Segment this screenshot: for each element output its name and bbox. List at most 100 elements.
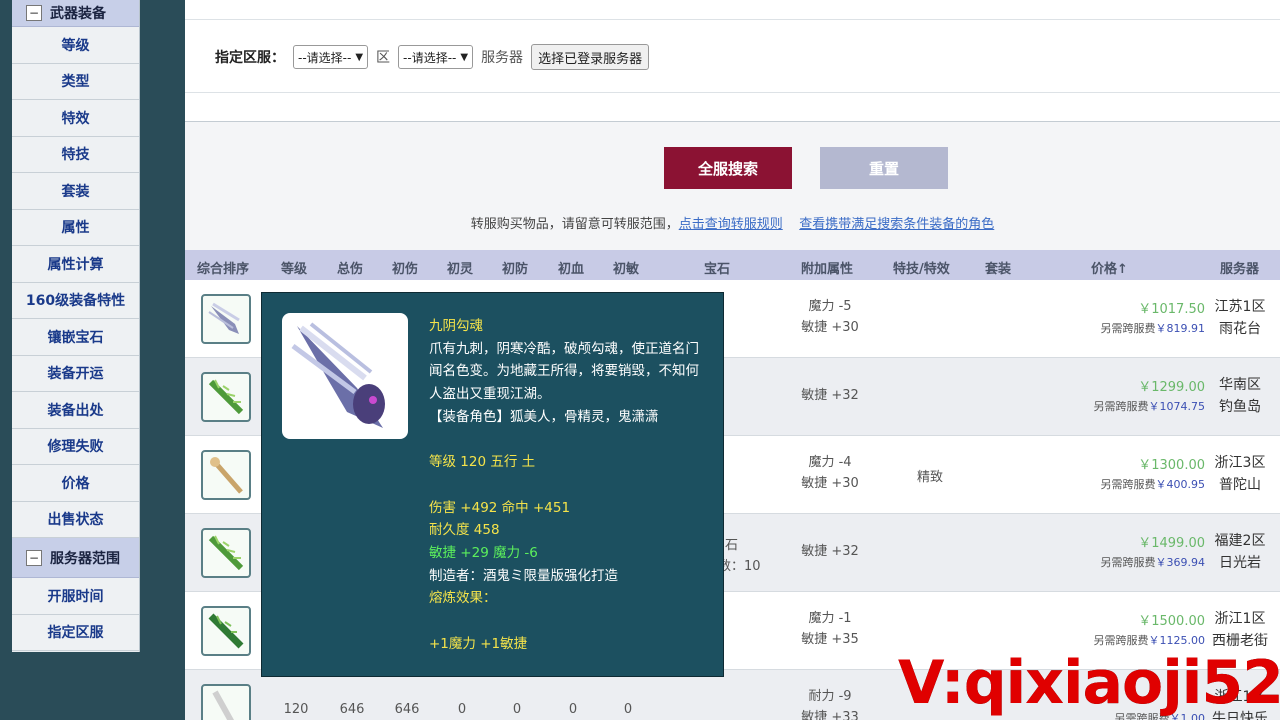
- chevron-down-icon: ▼: [460, 51, 469, 63]
- server-region: 江苏1区: [1214, 299, 1266, 315]
- th-init-agility[interactable]: 初敏: [613, 258, 639, 277]
- sidebar-section-server[interactable]: − 服务器范围: [12, 538, 139, 578]
- init-damage-value: 646: [394, 702, 420, 717]
- search-all-button[interactable]: 全服搜索: [664, 147, 792, 189]
- sidebar-item-specify-server[interactable]: 指定区服: [12, 614, 139, 651]
- server-region: 浙江3区: [1214, 455, 1266, 471]
- chevron-down-icon: ▼: [355, 51, 364, 63]
- claw-icon: [212, 690, 234, 720]
- item-durability: 耐久度 458: [429, 522, 500, 539]
- claw-icon: [208, 535, 244, 571]
- th-extra-attr: 附加属性: [801, 262, 854, 277]
- th-total-damage[interactable]: 总伤: [337, 258, 363, 277]
- item-green-attr: 敏捷 +29 魔力 -6: [429, 545, 538, 561]
- reset-button[interactable]: 重置: [820, 147, 948, 189]
- sidebar-item-source[interactable]: 装备出处: [12, 392, 139, 429]
- cross-server-fee: 另需跨服费￥400.95: [1035, 476, 1206, 492]
- sidebar-item-fortune[interactable]: 装备开运: [12, 355, 139, 392]
- th-price[interactable]: 价格↑: [1091, 258, 1128, 277]
- sidebar-item-type[interactable]: 类型: [12, 63, 139, 100]
- transfer-notice: 转服购买物品，请留意可转服范围，点击查询转服规则 查看携带满足搜索条件装备的角色: [185, 213, 1280, 232]
- zone-select-value: --请选择--: [298, 50, 352, 65]
- server-text: 服务器: [481, 50, 524, 66]
- th-init-damage[interactable]: 初伤: [392, 258, 418, 277]
- attr-line: 魔力 -1: [808, 611, 852, 626]
- notice-text: 转服购买物品，请留意可转服范围，: [470, 217, 679, 232]
- server-select[interactable]: --请选择-- ▼: [398, 45, 474, 69]
- select-logged-server-button[interactable]: 选择已登录服务器: [531, 44, 650, 70]
- sidebar-section-weapon[interactable]: − 武器装备: [12, 0, 139, 27]
- item-thumbnail[interactable]: [201, 372, 251, 422]
- transfer-rules-link[interactable]: 点击查询转服规则: [679, 217, 783, 232]
- item-thumbnail[interactable]: [201, 684, 251, 720]
- attr-line: 敏捷 +32: [801, 544, 859, 559]
- server-filter-row: 指定区服： --请选择-- ▼ 区 --请选择-- ▼ 服务器 选择已登录服务器: [215, 44, 650, 70]
- claw-icon: [208, 613, 244, 649]
- server-sub: 日光岩: [1219, 555, 1261, 571]
- init-defense-value: 0: [512, 702, 522, 717]
- table-header: 综合排序 等级 总伤 初伤 初灵 初防 初血 初敏 宝石 附加属性 特技/特效 …: [185, 250, 1280, 280]
- item-thumbnail[interactable]: [201, 606, 251, 656]
- staff-icon: [210, 457, 243, 494]
- attr-line: 耐力 -9: [808, 689, 852, 704]
- sidebar-item-effect[interactable]: 特效: [12, 100, 139, 137]
- extra-attr: 魔力 -1 敏捷 +35: [790, 608, 870, 650]
- price: ￥1017.50: [1138, 302, 1205, 317]
- attr-line: 敏捷 +30: [801, 476, 859, 491]
- sidebar-item-gem[interactable]: 镶嵌宝石: [12, 319, 139, 356]
- cross-server-fee-label: 另需跨服费: [1100, 478, 1156, 491]
- price: ￥1299.00: [1138, 380, 1205, 395]
- cross-server-fee-label: 另需跨服费: [1093, 634, 1149, 647]
- sidebar-section-label: 服务器范围: [50, 550, 120, 567]
- init-agility-value: 0: [623, 702, 633, 717]
- watermark: V:qixiaoji521: [898, 648, 1280, 718]
- cross-server-fee: 另需跨服费￥1074.75: [1035, 398, 1206, 414]
- collapse-icon[interactable]: −: [26, 549, 42, 566]
- collapse-icon[interactable]: −: [26, 5, 42, 21]
- zone-select[interactable]: --请选择-- ▼: [293, 45, 369, 69]
- item-thumbnail[interactable]: [201, 450, 251, 500]
- th-level[interactable]: 等级: [281, 258, 307, 277]
- total-damage-value: 646: [339, 702, 365, 717]
- cross-server-fee: 另需跨服费￥819.91: [1035, 320, 1206, 336]
- item-damage: 伤害 +492 命中 +451: [429, 499, 571, 516]
- init-hp-value: 0: [568, 702, 578, 717]
- sidebar-item-repair-fail[interactable]: 修理失败: [12, 428, 139, 465]
- sidebar-item-attr[interactable]: 属性: [12, 209, 139, 246]
- watermark-text: V:qixiaoji521: [898, 648, 1280, 718]
- price: ￥1499.00: [1138, 536, 1205, 551]
- sidebar-item-sale-status[interactable]: 出售状态: [12, 501, 139, 538]
- server-name: 江苏1区 雨花台: [1195, 296, 1280, 340]
- attr-line: 敏捷 +32: [801, 388, 859, 403]
- server-select-value: --请选择--: [403, 50, 457, 65]
- divider: [185, 19, 1280, 20]
- sidebar-menu: − 武器装备 等级 类型 特效 特技 套装 属性 属性计算 160级装备特性 镶…: [12, 0, 140, 652]
- th-gem: 宝石: [704, 262, 731, 277]
- th-server: 服务器: [1220, 262, 1260, 277]
- sidebar-item-attr-calc[interactable]: 属性计算: [12, 246, 139, 283]
- server-region: 浙江1区: [1214, 611, 1266, 627]
- sidebar-item-level[interactable]: 等级: [12, 27, 139, 64]
- item-thumbnail[interactable]: [201, 294, 251, 344]
- sidebar-item-skill[interactable]: 特技: [12, 136, 139, 173]
- item-thumbnail[interactable]: [201, 528, 251, 578]
- cross-server-fee-label: 另需跨服费: [1093, 400, 1149, 413]
- sidebar-item-price[interactable]: 价格: [12, 465, 139, 502]
- filter-box: 指定区服： --请选择-- ▼ 区 --请选择-- ▼ 服务器 选择已登录服务器: [185, 0, 1280, 122]
- th-init-defense[interactable]: 初防: [502, 258, 528, 277]
- item-name: 九阴勾魂: [429, 318, 483, 334]
- server-sub: 钓鱼岛: [1219, 399, 1261, 415]
- sidebar-item-160-feature[interactable]: 160级装备特性: [12, 282, 139, 319]
- view-roles-link[interactable]: 查看携带满足搜索条件装备的角色: [799, 217, 994, 232]
- th-sort[interactable]: 综合排序: [197, 258, 249, 277]
- th-init-hp[interactable]: 初血: [558, 258, 584, 277]
- level-value: 120: [283, 702, 309, 717]
- init-spirit-value: 0: [457, 702, 467, 717]
- attr-line: 敏捷 +33: [801, 710, 859, 720]
- sidebar-item-set[interactable]: 套装: [12, 173, 139, 210]
- attr-line: 敏捷 +35: [801, 632, 859, 647]
- th-init-spirit[interactable]: 初灵: [447, 258, 473, 277]
- skill-effect: 精致: [916, 470, 943, 485]
- cross-server-fee: 另需跨服费￥1125.00: [1035, 632, 1206, 648]
- sidebar-item-open-time[interactable]: 开服时间: [12, 578, 139, 615]
